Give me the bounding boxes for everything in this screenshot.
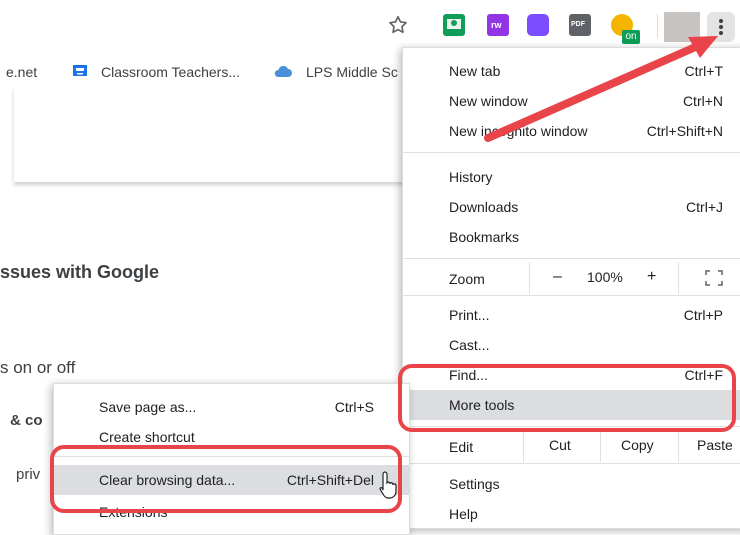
puzzle-extension-icon[interactable]: rw xyxy=(487,14,509,36)
submenu-item-save-page[interactable]: Save page as... Ctrl+S xyxy=(54,392,409,422)
note-extension-icon[interactable] xyxy=(527,14,549,36)
menu-item-new-window[interactable]: New window Ctrl+N xyxy=(403,86,740,116)
menu-item-history[interactable]: History▶ xyxy=(403,162,740,192)
cloud-icon xyxy=(274,65,292,77)
bookmark-item[interactable]: LPS Middle Sc xyxy=(306,64,398,80)
zoom-out-button[interactable]: – xyxy=(553,268,562,286)
browser-toolbar: rw PDF on xyxy=(0,0,740,49)
page-section-text: & co xyxy=(10,412,43,429)
zoom-in-button[interactable]: + xyxy=(647,268,656,286)
three-dot-vertical-icon[interactable] xyxy=(707,12,735,42)
page-privacy-text: priv xyxy=(16,466,41,483)
menu-item-downloads[interactable]: Downloads Ctrl+J xyxy=(403,192,740,222)
google-classroom-extension-icon[interactable] xyxy=(443,14,465,36)
star-outline-icon[interactable] xyxy=(387,14,409,36)
extension-badge: on xyxy=(622,30,640,44)
menu-item-settings[interactable]: Settings xyxy=(403,469,740,499)
menu-item-new-tab[interactable]: New tab Ctrl+T xyxy=(403,56,740,86)
classroom-icon xyxy=(73,65,87,76)
chrome-main-menu: New tab Ctrl+T New window Ctrl+N New incog… xyxy=(402,47,740,529)
menu-separator xyxy=(403,295,740,296)
chrome-menu-button[interactable] xyxy=(707,12,735,42)
page-card xyxy=(14,86,434,182)
menu-item-print[interactable]: Print... Ctrl+P xyxy=(403,300,740,330)
page-setting-text: s on or off xyxy=(0,358,76,377)
page-heading: ssues with Google xyxy=(0,262,160,282)
menu-item-cast[interactable]: Cast... xyxy=(403,330,740,360)
menu-separator xyxy=(403,258,740,259)
menu-item-help[interactable]: Help▶ xyxy=(403,499,740,529)
zoom-level: 100% xyxy=(587,269,623,285)
menu-item-zoom: Zoom – 100% + xyxy=(403,262,740,294)
bookmark-item[interactable]: e.net xyxy=(6,64,37,80)
annotation-highlight-more-tools xyxy=(398,364,736,432)
bookmark-item[interactable]: Classroom Teachers... xyxy=(101,64,240,80)
menu-item-edit: Edit Cut Copy Paste xyxy=(403,430,740,462)
profile-avatar[interactable] xyxy=(664,12,700,42)
menu-separator xyxy=(403,152,740,153)
toolbar-divider xyxy=(657,14,658,38)
pdf-extension-icon[interactable]: PDF xyxy=(569,14,591,36)
cut-button[interactable]: Cut xyxy=(549,437,571,453)
copy-button[interactable]: Copy xyxy=(621,437,654,453)
fullscreen-icon[interactable] xyxy=(705,270,723,286)
annotation-highlight-clear-browsing xyxy=(50,445,402,513)
menu-item-bookmarks[interactable]: Bookmarks▶ xyxy=(403,222,740,252)
menu-separator xyxy=(403,463,740,464)
menu-item-new-incognito[interactable]: New incognito window Ctrl+Shift+N xyxy=(403,116,740,146)
paste-button[interactable]: Paste xyxy=(697,437,733,453)
